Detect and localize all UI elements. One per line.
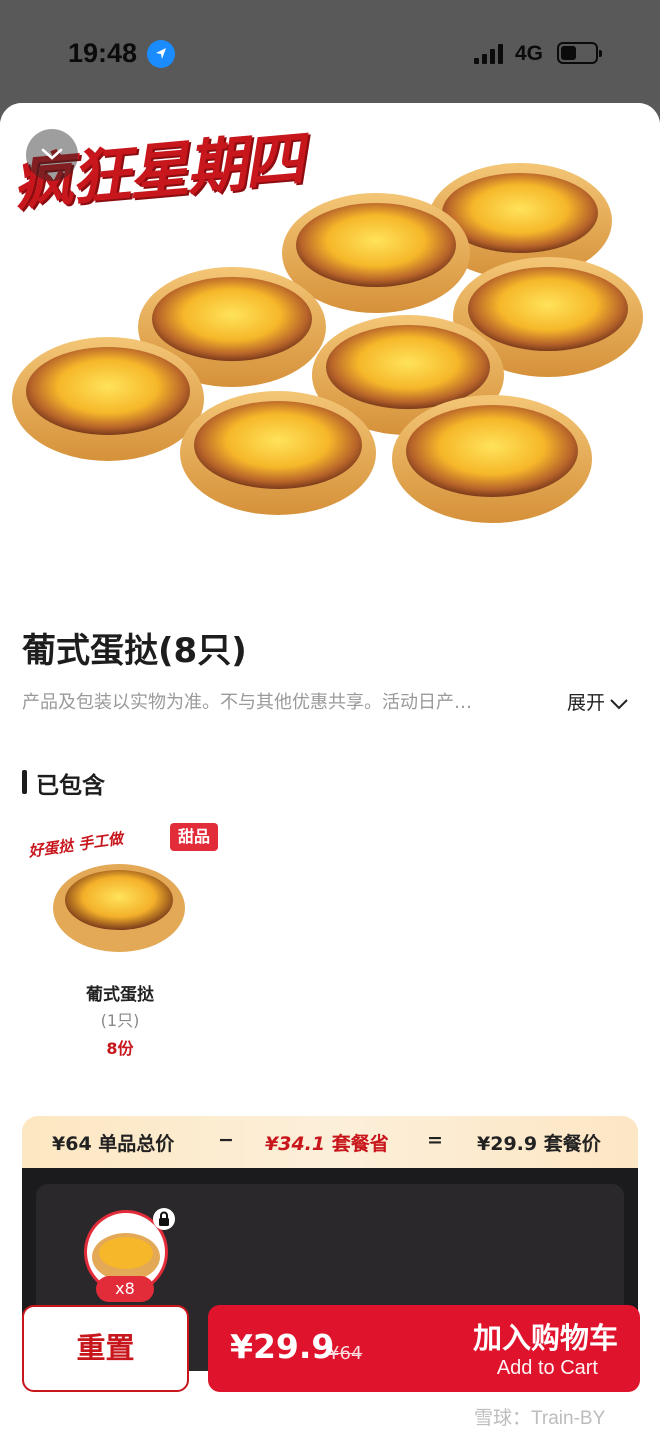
section-title: 已包含 — [36, 773, 105, 799]
item-unit: (1只) — [100, 1011, 140, 1030]
chevron-down-icon — [610, 698, 628, 709]
signal-icon — [474, 44, 506, 64]
network-type: 4G — [515, 42, 544, 65]
lock-icon — [153, 1208, 175, 1230]
combo-price: ¥29.9 套餐价 — [477, 1133, 601, 1155]
add-to-cart-button[interactable]: ¥29.9 ¥64 加入购物车 Add to Cart — [208, 1305, 640, 1392]
item-name: 葡式蛋挞 — [86, 985, 154, 1005]
equals-sign: = — [427, 1129, 443, 1151]
single-total-price: ¥64 单品总价 — [52, 1133, 175, 1155]
expand-label: 展开 — [567, 692, 606, 714]
included-item-card[interactable]: 好蛋挞 手工做 甜品 葡式蛋挞 (1只) 8份 — [20, 818, 220, 1058]
product-description: 产品及包装以实物为准。不与其他优惠共享。活动日产… — [22, 692, 472, 713]
status-bar: 19:48 4G — [0, 0, 660, 103]
product-sheet: 疯狂星期四 葡式蛋挞(8只) 产品及包装以实物为准。不与其他优惠共享。活动日产…… — [0, 103, 660, 1435]
reset-button[interactable]: 重置 — [22, 1305, 189, 1392]
chevron-down-icon — [41, 148, 63, 160]
battery-icon — [557, 42, 602, 64]
savings-amount: ¥34.1 — [265, 1133, 326, 1155]
product-title: 葡式蛋挞(8只) — [22, 631, 247, 671]
cart-sublabel: Add to Cart — [496, 1357, 598, 1379]
cart-label: 加入购物车 — [472, 1321, 618, 1355]
savings-label: 套餐省 — [331, 1133, 389, 1155]
item-quantity: 8份 — [106, 1039, 134, 1058]
selected-quantity: x8 — [96, 1276, 154, 1302]
category-badge: 甜品 — [170, 823, 218, 851]
section-marker — [22, 770, 27, 794]
savings: ¥34.1 套餐省 — [265, 1129, 389, 1156]
status-time: 19:48 — [68, 38, 138, 68]
product-hero-image: 疯狂星期四 — [0, 103, 660, 593]
cart-original-price: ¥64 — [328, 1343, 363, 1364]
cart-price: ¥29.9 — [230, 1327, 335, 1366]
watermark: 雪球：Train-BY — [474, 1408, 606, 1429]
minus-sign: − — [218, 1129, 234, 1151]
location-icon — [147, 40, 175, 68]
price-summary-bar: ¥64 单品总价 − ¥34.1 套餐省 = ¥29.9 套餐价 — [22, 1116, 638, 1168]
collapse-button[interactable] — [26, 129, 78, 181]
expand-button[interactable]: 展开 — [567, 688, 629, 715]
